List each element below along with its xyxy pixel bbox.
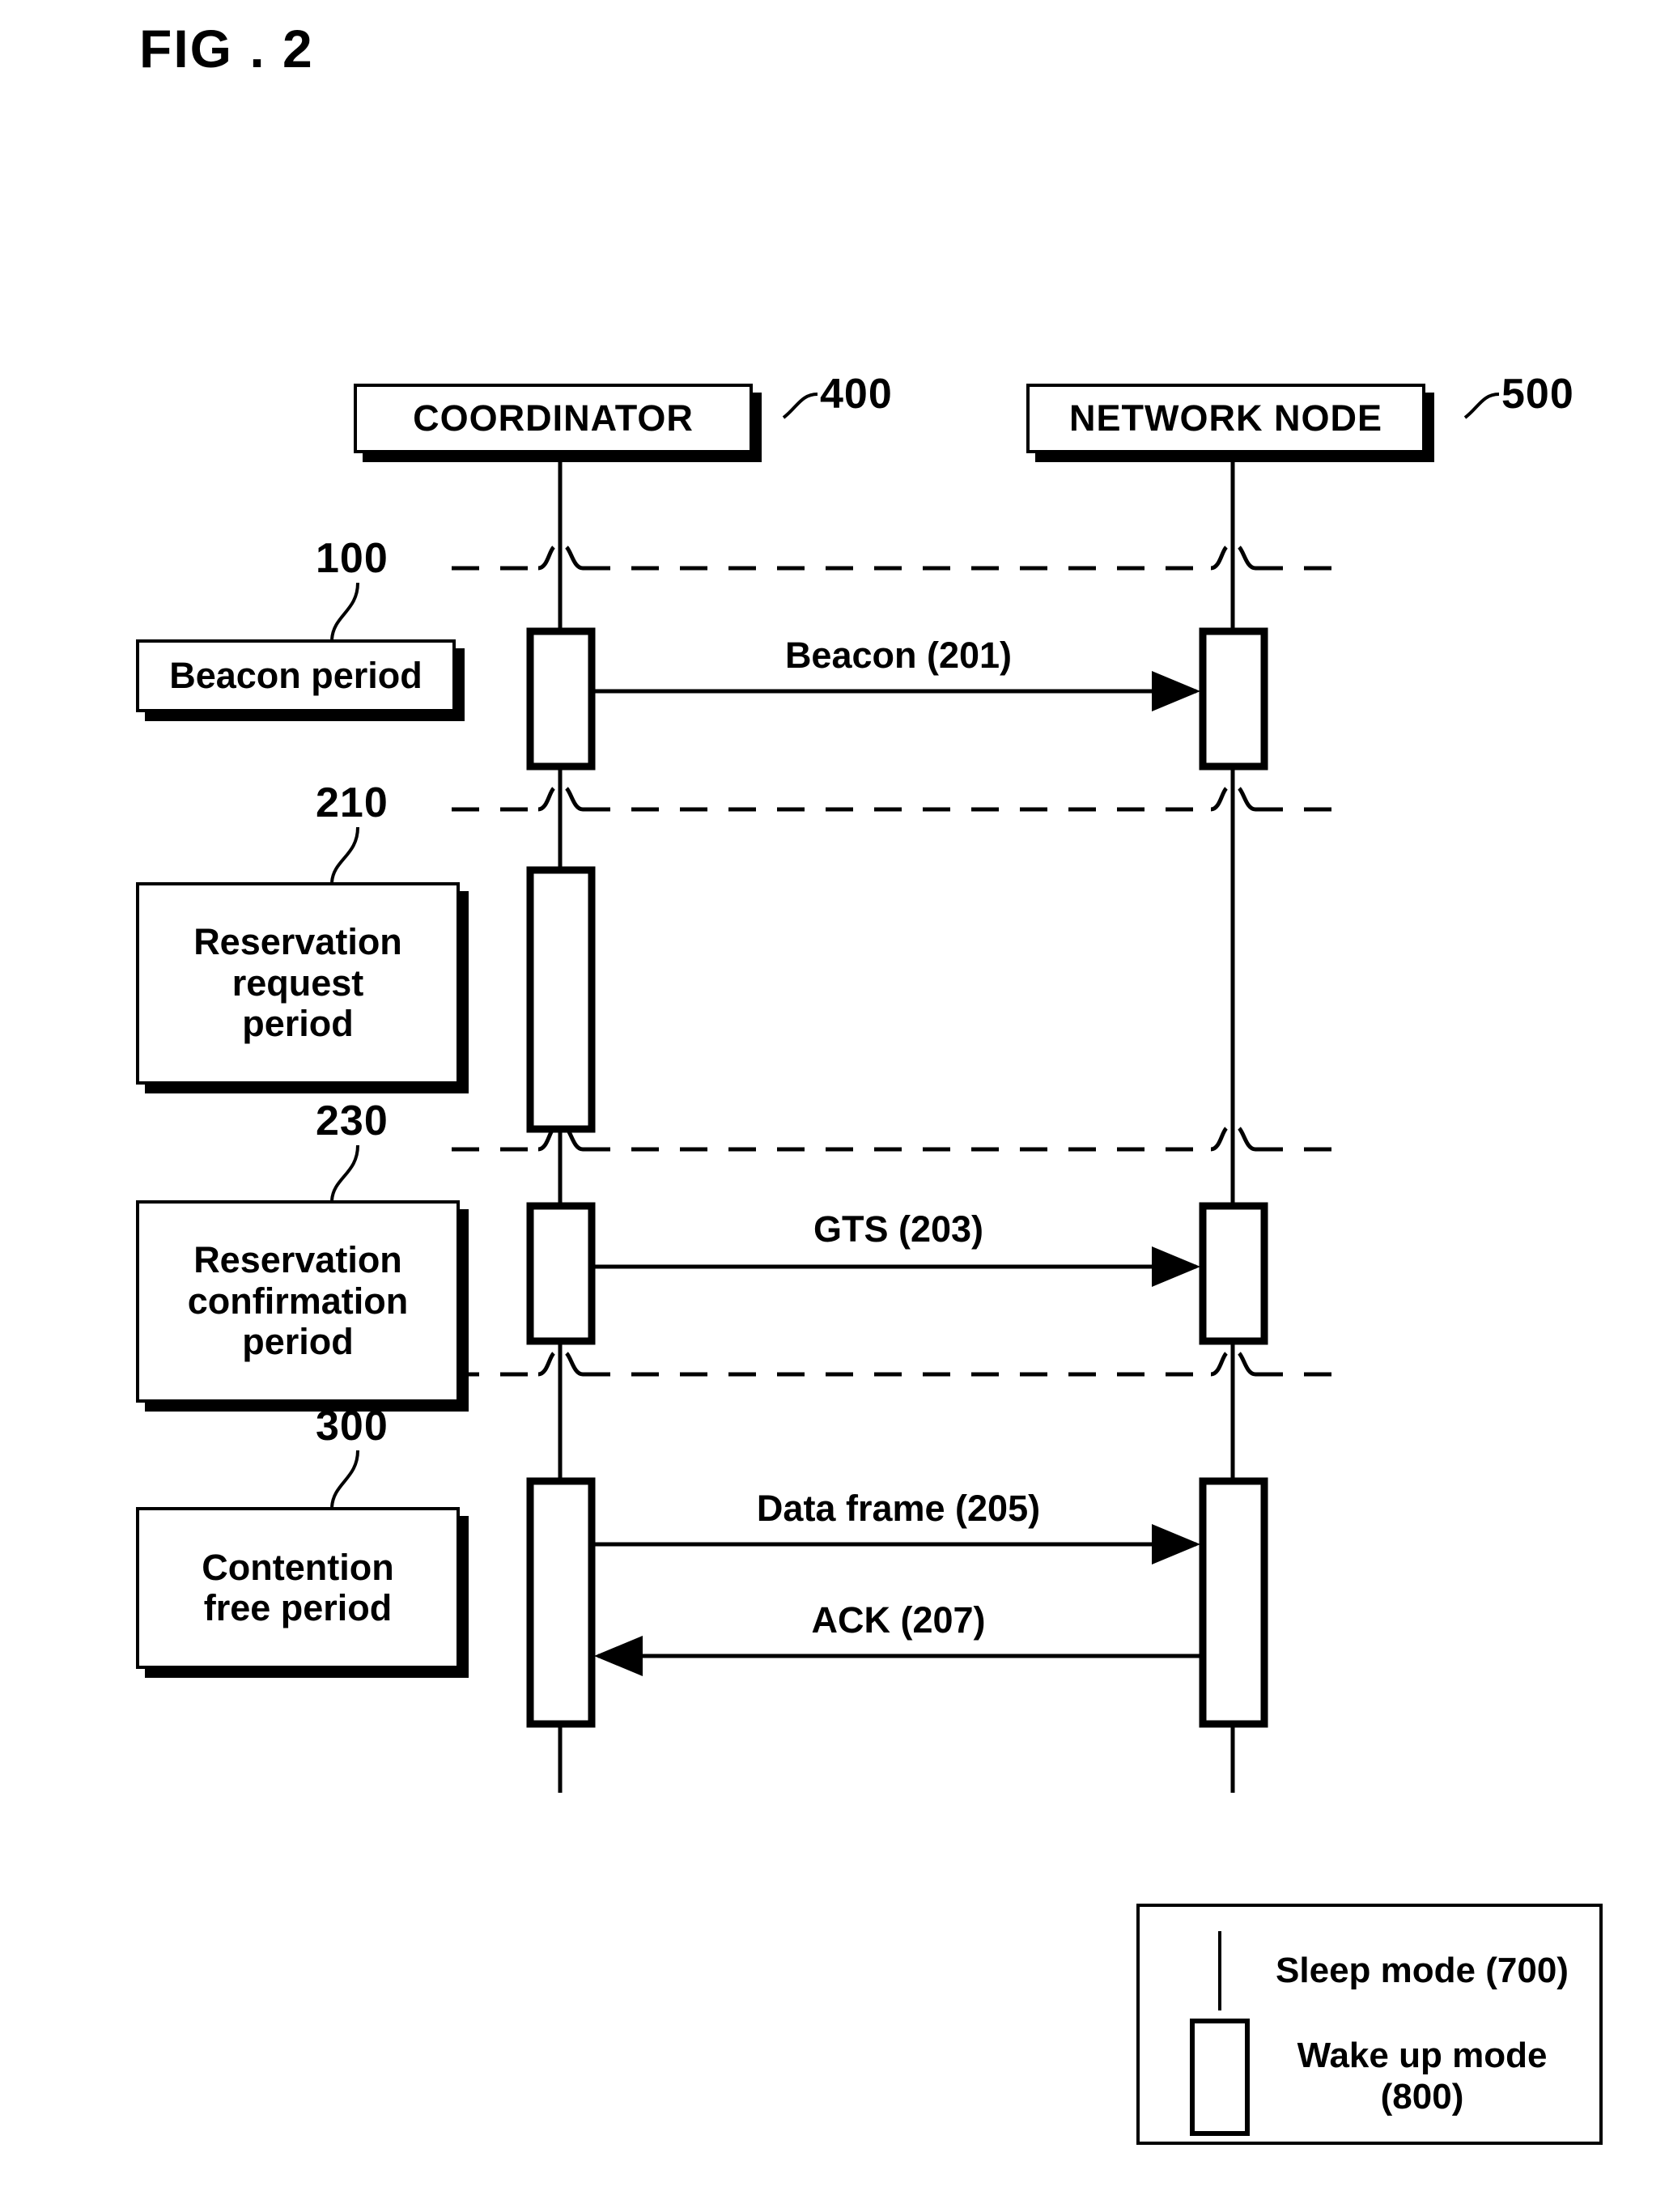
message-label-beacon: Beacon (201) [784,635,1013,676]
leader-500 [1463,393,1500,419]
leader-400 [782,393,818,419]
period-box-beacon: Beacon period [136,639,456,712]
leader-100 [330,582,359,640]
activation-node-beacon [1199,627,1268,771]
legend-item-sleep-mode: Sleep mode (700) [1175,1926,1580,2015]
leader-lines [330,393,1500,1508]
reference-numeral-400: 400 [820,371,893,418]
legend-label-sleep-mode: Sleep mode (700) [1276,1950,1569,1990]
leader-300 [330,1450,359,1508]
rectangle-icon [1175,2018,1264,2136]
hop-300-node [1210,1352,1228,1377]
period-box-contention-free: Contention free period [136,1507,460,1669]
hop-210-coord2 [565,787,584,812]
reference-numeral-100: 100 [316,535,389,582]
thin-line-icon [1175,1931,1264,2010]
hop-300-node2 [1238,1352,1256,1377]
period-label-beacon: Beacon period [169,654,423,696]
hop-100-coord2 [565,546,584,571]
activation-bars [526,627,1268,1728]
activation-coordinator-res-confirm [526,1202,596,1345]
leader-210 [330,826,359,883]
reference-numeral-230: 230 [316,1098,389,1144]
period-label-contention-free: Contention free period [202,1546,394,1628]
hop-230-node [1210,1127,1228,1152]
activation-coordinator-contention [526,1477,596,1728]
entity-coordinator-label: COORDINATOR [413,397,694,439]
legend-item-wake-up-mode: Wake up mode (800) [1175,2018,1580,2136]
hop-300-coord [537,1352,555,1377]
entity-network-node: NETWORK NODE [1026,384,1425,453]
message-label-data-frame: Data frame (205) [756,1488,1041,1529]
hop-210-node [1210,787,1228,812]
reference-numeral-300: 300 [316,1403,389,1450]
message-label-gts: GTS (203) [813,1208,984,1250]
entity-coordinator: COORDINATOR [354,384,753,453]
legend: Sleep mode (700) Wake up mode (800) [1136,1904,1603,2145]
entity-network-node-label: NETWORK NODE [1069,397,1382,439]
hop-100-node2 [1238,546,1256,571]
period-label-reservation-confirmation: Reservation confirmation period [187,1239,409,1363]
activation-node-contention [1199,1477,1268,1728]
figure-root: FIG . 2 COORDINATOR NETWORK NODE Beacon … [0,0,1669,2212]
hop-230-node2 [1238,1127,1256,1152]
activation-coordinator-res-request [526,866,596,1133]
hop-210-coord [537,787,555,812]
reference-numeral-210: 210 [316,779,389,826]
legend-label-wake-up-mode: Wake up mode (800) [1297,2036,1548,2116]
hop-100-node [1210,546,1228,571]
period-box-reservation-confirmation: Reservation confirmation period [136,1200,460,1403]
activation-node-res-confirm [1199,1202,1268,1345]
period-box-reservation-request: Reservation request period [136,882,460,1085]
leader-230 [330,1144,359,1201]
hop-300-coord2 [565,1352,584,1377]
message-label-ack: ACK (207) [811,1599,986,1641]
sequence-diagram-canvas [330,393,1500,1793]
reference-numeral-500: 500 [1501,371,1574,418]
figure-title: FIG . 2 [139,19,314,79]
activation-coordinator-beacon [526,627,596,771]
hop-100-coord [537,546,555,571]
period-label-reservation-request: Reservation request period [193,921,402,1045]
hop-210-node2 [1238,787,1256,812]
